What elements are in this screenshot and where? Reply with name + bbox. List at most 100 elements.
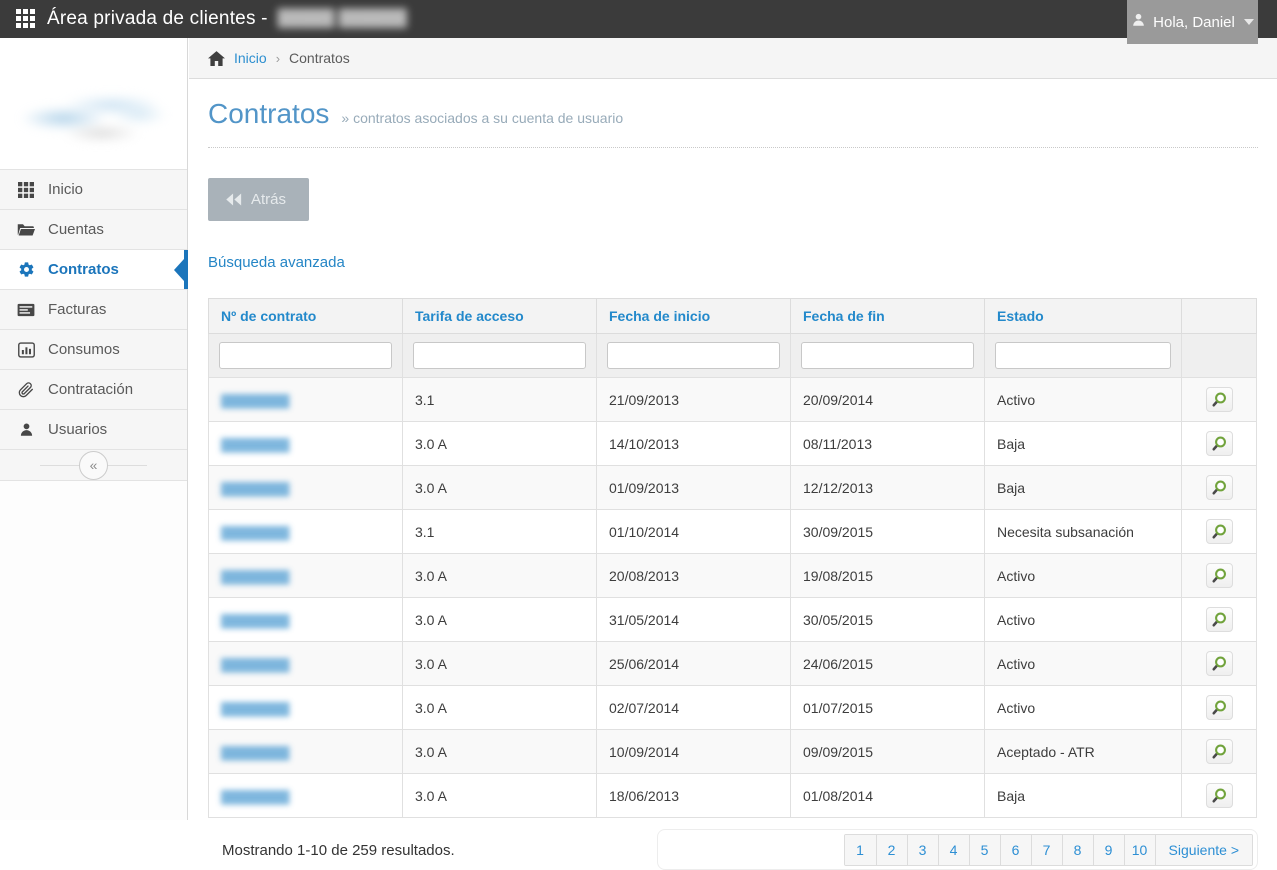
breadcrumb-link-inicio[interactable]: Inicio [234,50,267,66]
page-title: Contratos [208,98,329,130]
col-header-contrato[interactable]: Nº de contrato [209,299,403,334]
estado-cell: Baja [985,774,1182,818]
estado-cell: Necesita subsanación [985,510,1182,554]
view-contract-button[interactable] [1206,783,1233,808]
contract-number-link: █████████ [209,642,403,686]
page-button-5[interactable]: 5 [969,835,1000,865]
sidebar: Inicio Cuentas Contratos [0,38,188,820]
contract-number-link[interactable]: █████████ [221,394,289,408]
magnifier-icon [1211,479,1228,496]
action-cell [1182,730,1257,774]
tarifa-cell: 3.0 A [403,774,597,818]
company-logo-blurred [18,74,170,148]
tarifa-cell: 3.0 A [403,686,597,730]
fecha-inicio-cell: 21/09/2013 [597,378,791,422]
contract-number-link[interactable]: █████████ [221,438,289,452]
results-bar: Mostrando 1-10 de 259 resultados. 123456… [208,829,1258,870]
page-button-10[interactable]: 10 [1124,835,1155,865]
col-header-actions [1182,299,1257,334]
fecha-fin-cell: 24/06/2015 [791,642,985,686]
page-button-4[interactable]: 4 [938,835,969,865]
contracts-table: Nº de contrato Tarifa de acceso Fecha de… [208,298,1257,818]
pagination-container: 12345678910Siguiente > [657,829,1258,870]
table-row: █████████3.0 A18/06/201301/08/2014Baja [209,774,1257,818]
user-menu-button[interactable]: Hola, Daniel [1127,0,1258,44]
page-button-7[interactable]: 7 [1031,835,1062,865]
filter-tarifa-input[interactable] [413,342,586,369]
sidebar-item-facturas[interactable]: Facturas [0,290,187,330]
filter-inicio-input[interactable] [607,342,780,369]
action-cell [1182,686,1257,730]
estado-cell: Aceptado - ATR [985,730,1182,774]
contract-number-link[interactable]: █████████ [221,570,289,584]
sidebar-collapse-button[interactable]: « [79,451,108,480]
action-cell [1182,774,1257,818]
magnifier-icon [1211,699,1228,716]
back-button[interactable]: Atrás [208,178,309,221]
next-page-button[interactable]: Siguiente > [1155,835,1252,865]
fecha-fin-cell: 08/11/2013 [791,422,985,466]
contract-number-link: █████████ [209,774,403,818]
advanced-search-link[interactable]: Búsqueda avanzada [208,254,345,271]
view-contract-button[interactable] [1206,563,1233,588]
action-cell [1182,554,1257,598]
sidebar-item-usuarios[interactable]: Usuarios [0,410,187,450]
table-row: █████████3.0 A25/06/201424/06/2015Activo [209,642,1257,686]
contract-number-link[interactable]: █████████ [221,526,289,540]
logo-area [0,38,187,169]
tarifa-cell: 3.0 A [403,554,597,598]
filter-estado-input[interactable] [995,342,1171,369]
fecha-inicio-cell: 31/05/2014 [597,598,791,642]
page-button-1[interactable]: 1 [845,835,876,865]
sidebar-item-contratacion[interactable]: Contratación [0,370,187,410]
sidebar-item-label: Consumos [48,341,120,358]
col-header-fin[interactable]: Fecha de fin [791,299,985,334]
page-button-3[interactable]: 3 [907,835,938,865]
magnifier-icon [1211,523,1228,540]
page-button-8[interactable]: 8 [1062,835,1093,865]
sidebar-item-contratos[interactable]: Contratos [0,250,187,290]
table-row: █████████3.0 A20/08/201319/08/2015Activo [209,554,1257,598]
contract-number-link[interactable]: █████████ [221,702,289,716]
sidebar-item-cuentas[interactable]: Cuentas [0,210,187,250]
view-contract-button[interactable] [1206,739,1233,764]
fecha-fin-cell: 01/07/2015 [791,686,985,730]
col-header-tarifa[interactable]: Tarifa de acceso [403,299,597,334]
filter-contrato-input[interactable] [219,342,392,369]
view-contract-button[interactable] [1206,607,1233,632]
contract-number-link[interactable]: █████████ [221,658,289,672]
contract-number-link[interactable]: █████████ [221,746,289,760]
view-contract-button[interactable] [1206,519,1233,544]
sidebar-item-label: Inicio [48,181,83,198]
view-contract-button[interactable] [1206,475,1233,500]
page-button-2[interactable]: 2 [876,835,907,865]
estado-cell: Baja [985,422,1182,466]
filter-fin-input[interactable] [801,342,974,369]
fecha-fin-cell: 30/09/2015 [791,510,985,554]
table-row: █████████3.0 A31/05/201430/05/2015Activo [209,598,1257,642]
view-contract-button[interactable] [1206,695,1233,720]
sidebar-item-inicio[interactable]: Inicio [0,170,187,210]
table-header-row: Nº de contrato Tarifa de acceso Fecha de… [209,299,1257,334]
contract-number-link[interactable]: █████████ [221,790,289,804]
contract-number-link[interactable]: █████████ [221,614,289,628]
tarifa-cell: 3.0 A [403,642,597,686]
col-header-estado[interactable]: Estado [985,299,1182,334]
action-cell [1182,378,1257,422]
view-contract-button[interactable] [1206,651,1233,676]
sidebar-item-label: Contratación [48,381,133,398]
fecha-fin-cell: 09/09/2015 [791,730,985,774]
fecha-inicio-cell: 25/06/2014 [597,642,791,686]
tarifa-cell: 3.1 [403,378,597,422]
page-button-6[interactable]: 6 [1000,835,1031,865]
view-contract-button[interactable] [1206,431,1233,456]
view-contract-button[interactable] [1206,387,1233,412]
col-header-inicio[interactable]: Fecha de inicio [597,299,791,334]
page-button-9[interactable]: 9 [1093,835,1124,865]
chevron-down-icon [1244,19,1254,25]
breadcrumb-separator: › [276,51,280,66]
fecha-inicio-cell: 01/10/2014 [597,510,791,554]
sidebar-item-consumos[interactable]: Consumos [0,330,187,370]
content: Inicio › Contratos Contratos » contratos… [189,38,1277,820]
contract-number-link[interactable]: █████████ [221,482,289,496]
